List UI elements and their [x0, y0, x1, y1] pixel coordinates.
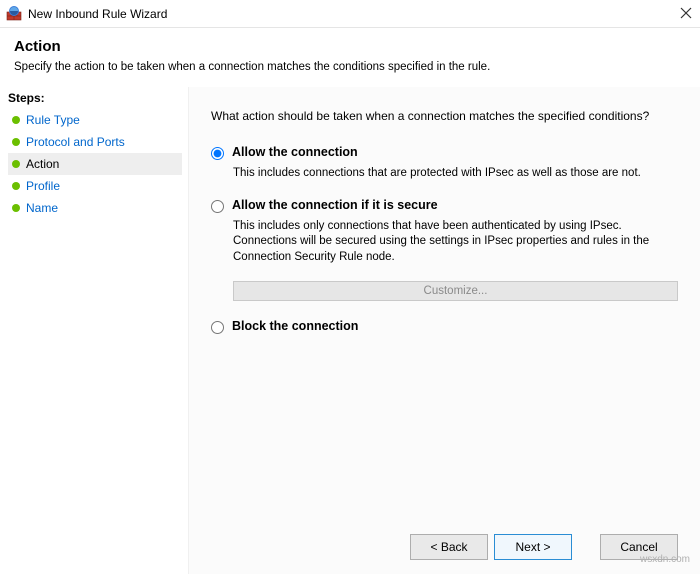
back-button[interactable]: < Back: [410, 534, 488, 560]
step-protocol-and-ports[interactable]: Protocol and Ports: [8, 131, 182, 153]
step-label: Rule Type: [26, 113, 80, 127]
close-button[interactable]: [652, 6, 692, 22]
option-allow-secure-label[interactable]: Allow the connection if it is secure: [232, 198, 438, 212]
step-name[interactable]: Name: [8, 197, 182, 219]
watermark: wsxdn.com: [640, 554, 690, 565]
titlebar: New Inbound Rule Wizard: [0, 0, 700, 28]
radio-block[interactable]: [211, 321, 224, 334]
option-allow-label[interactable]: Allow the connection: [232, 145, 358, 159]
step-profile[interactable]: Profile: [8, 175, 182, 197]
page-title: Action: [14, 38, 686, 55]
next-button[interactable]: Next >: [494, 534, 572, 560]
wizard-header: Action Specify the action to be taken wh…: [0, 28, 700, 87]
titlebar-left: New Inbound Rule Wizard: [6, 6, 167, 22]
step-label: Profile: [26, 179, 60, 193]
bullet-icon: [12, 160, 20, 168]
radio-allow[interactable]: [211, 147, 224, 160]
option-allow-secure[interactable]: Allow the connection if it is secure: [211, 198, 678, 213]
option-allow-desc: This includes connections that are prote…: [233, 166, 663, 182]
steps-label: Steps:: [8, 91, 182, 105]
bullet-icon: [12, 116, 20, 124]
content-prompt: What action should be taken when a conne…: [211, 109, 678, 123]
option-allow-secure-desc: This includes only connections that have…: [233, 219, 663, 266]
firewall-icon: [6, 6, 22, 22]
spacer: [578, 534, 594, 560]
window-title: New Inbound Rule Wizard: [28, 7, 167, 21]
step-action[interactable]: Action: [8, 153, 182, 175]
bullet-icon: [12, 138, 20, 146]
bullet-icon: [12, 182, 20, 190]
option-allow[interactable]: Allow the connection: [211, 145, 678, 160]
option-block-label[interactable]: Block the connection: [232, 319, 358, 333]
content-panel: What action should be taken when a conne…: [188, 87, 700, 574]
bullet-icon: [12, 204, 20, 212]
step-label: Protocol and Ports: [26, 135, 125, 149]
wizard-footer: < Back Next > Cancel: [211, 526, 678, 566]
steps-sidebar: Steps: Rule Type Protocol and Ports Acti…: [0, 87, 188, 574]
page-subtitle: Specify the action to be taken when a co…: [14, 61, 686, 73]
radio-allow-secure[interactable]: [211, 200, 224, 213]
step-label: Action: [26, 157, 59, 171]
step-rule-type[interactable]: Rule Type: [8, 109, 182, 131]
step-label: Name: [26, 201, 58, 215]
customize-button: Customize...: [233, 281, 678, 301]
option-block[interactable]: Block the connection: [211, 319, 678, 334]
